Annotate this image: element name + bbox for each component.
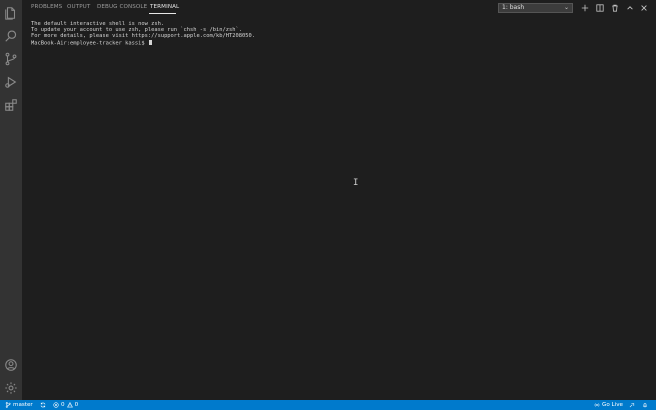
broadcast-icon (594, 403, 600, 407)
terminal-cursor (148, 39, 152, 46)
account-icon[interactable] (3, 357, 19, 373)
branch-name: master (13, 402, 33, 408)
search-icon[interactable] (3, 28, 19, 44)
trash-icon[interactable] (610, 3, 620, 13)
chevron-up-icon[interactable] (625, 3, 635, 13)
tab-problems[interactable]: PROBLEMS (31, 4, 62, 10)
feedback-button[interactable] (629, 401, 635, 409)
status-bar: master 0 0 Go Live (0, 400, 656, 410)
source-control-icon[interactable] (3, 51, 19, 67)
notifications-button[interactable] (642, 401, 648, 409)
terminal-selector-value: 1: bash (502, 4, 525, 11)
close-icon[interactable] (639, 3, 649, 13)
tab-debug-console[interactable]: DEBUG CONSOLE (97, 4, 147, 10)
sync-icon (40, 402, 46, 408)
git-branch-icon (5, 402, 11, 408)
settings-gear-icon[interactable] (3, 380, 19, 396)
branch-indicator[interactable]: master (5, 401, 33, 409)
files-icon[interactable] (3, 5, 19, 21)
add-terminal-icon[interactable] (580, 3, 590, 13)
sync-button[interactable] (40, 401, 46, 409)
terminal-panel: PROBLEMS OUTPUT DEBUG CONSOLE TERMINAL 1… (22, 0, 656, 400)
active-tab-indicator (149, 13, 176, 14)
activity-bar (0, 0, 22, 400)
text-cursor-icon: I (353, 178, 359, 188)
terminal-selector[interactable]: 1: bash ⌄ (498, 3, 573, 13)
terminal-prompt: MacBook-Air:employee-tracker kassi$ (31, 40, 148, 47)
warning-count: 0 (74, 402, 79, 408)
warning-icon (66, 402, 73, 408)
go-live-label: Go Live (602, 402, 623, 408)
terminal-prompt-line: MacBook-Air:employee-tracker kassi$ (31, 39, 641, 47)
chevron-down-icon: ⌄ (563, 4, 569, 11)
extensions-icon[interactable] (3, 97, 19, 113)
error-count: 0 (61, 402, 65, 408)
split-terminal-icon[interactable] (595, 3, 605, 13)
go-live-button[interactable]: Go Live (594, 401, 623, 409)
tab-terminal[interactable]: TERMINAL (150, 4, 179, 10)
run-debug-icon[interactable] (3, 74, 19, 90)
error-icon (53, 402, 59, 408)
feedback-icon (629, 403, 635, 408)
problems-indicator[interactable]: 0 0 (53, 401, 78, 409)
bell-icon (642, 403, 648, 408)
panel-header: PROBLEMS OUTPUT DEBUG CONSOLE TERMINAL 1… (22, 0, 656, 16)
terminal-output[interactable]: The default interactive shell is now zsh… (31, 21, 641, 46)
tab-output[interactable]: OUTPUT (67, 4, 90, 10)
